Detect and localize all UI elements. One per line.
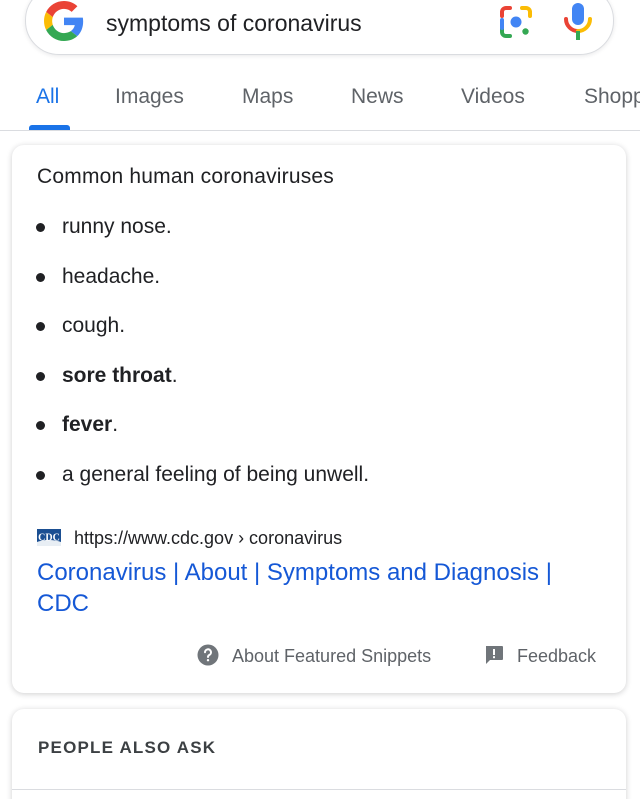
tab-images[interactable]: Images xyxy=(115,84,184,110)
source-url[interactable]: https://www.cdc.gov › coronavirus xyxy=(74,526,342,550)
search-bar[interactable]: symptoms of coronavirus xyxy=(25,0,614,55)
list-item-text: cough. xyxy=(62,314,126,337)
about-featured-snippets-link[interactable]: About Featured Snippets xyxy=(232,644,431,668)
snippet-footer: About Featured Snippets Feedback xyxy=(12,643,626,671)
divider xyxy=(12,789,626,790)
feedback-link[interactable]: Feedback xyxy=(517,644,596,668)
bullet-dot xyxy=(36,371,45,381)
bullet-dot xyxy=(36,223,45,232)
feedback-icon[interactable] xyxy=(484,645,504,665)
list-item-bold-text: fever xyxy=(62,413,113,436)
list-item: fever. xyxy=(36,407,369,457)
google-lens-icon[interactable] xyxy=(498,4,534,40)
bullet-dot xyxy=(36,421,45,430)
people-also-ask-card: PEOPLE ALSO ASK xyxy=(12,709,626,799)
tab-all[interactable]: All xyxy=(36,84,59,110)
list-item-text: . xyxy=(112,413,119,436)
people-also-ask-title: PEOPLE ALSO ASK xyxy=(38,738,217,757)
list-item: cough. xyxy=(36,308,369,358)
cdc-logo-icon: CDC xyxy=(37,529,61,546)
featured-snippet-card: Common human coronaviruses runny nose. h… xyxy=(12,145,626,693)
list-item: a general feeling of being unwell. xyxy=(36,457,369,507)
bullet-dot xyxy=(36,322,45,331)
symptom-list: runny nose. headache. cough. sore throat… xyxy=(36,209,369,506)
cdc-logo-text: CDC xyxy=(38,533,60,544)
tab-maps[interactable]: Maps xyxy=(242,84,293,110)
google-logo-icon[interactable] xyxy=(44,1,84,41)
list-item-text: runny nose. xyxy=(62,215,172,238)
list-item-text: a general feeling of being unwell. xyxy=(62,462,370,486)
list-item: runny nose. xyxy=(36,209,369,259)
microphone-icon[interactable] xyxy=(563,2,593,42)
list-item-text: . xyxy=(171,363,178,387)
active-tab-indicator xyxy=(29,125,70,130)
tab-news[interactable]: News xyxy=(351,84,404,110)
bullet-dot xyxy=(36,470,45,480)
list-item: headache. xyxy=(36,259,369,309)
tab-videos[interactable]: Videos xyxy=(461,84,525,110)
list-item-text: headache. xyxy=(62,264,161,288)
bullet-dot xyxy=(36,272,45,282)
result-title-link[interactable]: Coronavirus | About | Symptoms and Diagn… xyxy=(37,557,597,619)
tab-shopping[interactable]: Shopping xyxy=(584,84,640,110)
search-results-page: symptoms of coronavirus All Images Maps … xyxy=(0,0,640,799)
search-tabs: All Images Maps News Videos Shopping xyxy=(0,70,640,131)
snippet-title: Common human coronaviruses xyxy=(37,165,334,188)
search-query-text[interactable]: symptoms of coronavirus xyxy=(106,9,362,37)
help-circle-icon[interactable] xyxy=(197,644,219,666)
list-item: sore throat. xyxy=(36,358,369,408)
list-item-bold-text: sore throat xyxy=(62,363,172,387)
